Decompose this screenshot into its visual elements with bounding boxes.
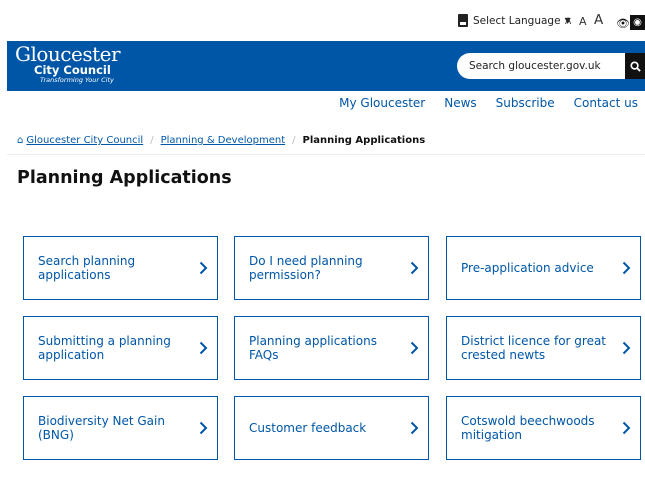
chevron-right-icon xyxy=(199,341,208,355)
breadcrumb-separator: / xyxy=(292,135,296,146)
breadcrumb: ⌂ Gloucester City Council / Planning & D… xyxy=(17,135,425,146)
card-cotswold-beechwoods[interactable]: Cotswold beechwoods mitigation xyxy=(446,396,641,460)
breadcrumb-home[interactable]: Gloucester City Council xyxy=(26,135,143,146)
council-logo[interactable]: Gloucester City Council Transforming You… xyxy=(15,42,121,84)
card-submitting-application[interactable]: Submitting a planning application xyxy=(23,316,218,380)
utility-nav: My Gloucester News Subscribe Contact us xyxy=(320,96,638,110)
flag-icon xyxy=(458,14,468,27)
chevron-right-icon xyxy=(410,341,419,355)
eye-icon[interactable]: 👁 xyxy=(616,18,630,29)
text-size-large-button[interactable]: A xyxy=(594,13,603,28)
site-header: Gloucester City Council Transforming You… xyxy=(7,41,645,91)
logo-line2: City Council xyxy=(34,63,111,77)
card-planning-faqs[interactable]: Planning applications FAQs xyxy=(234,316,429,380)
card-search-planning-applications[interactable]: Search planning applications xyxy=(23,236,218,300)
chevron-right-icon xyxy=(410,421,419,435)
search-icon xyxy=(629,60,641,72)
breadcrumb-current: Planning Applications xyxy=(302,135,426,146)
chevron-right-icon xyxy=(622,421,631,435)
nav-subscribe[interactable]: Subscribe xyxy=(496,96,555,110)
chevron-right-icon xyxy=(622,341,631,355)
card-biodiversity-net-gain[interactable]: Biodiversity Net Gain (BNG) xyxy=(23,396,218,460)
card-label: District licence for great crested newts xyxy=(461,334,607,362)
card-customer-feedback[interactable]: Customer feedback xyxy=(234,396,429,460)
chevron-right-icon xyxy=(622,261,631,275)
card-label: Search planning applications xyxy=(38,254,136,282)
card-pre-application-advice[interactable]: Pre-application advice xyxy=(446,236,641,300)
home-icon: ⌂ xyxy=(17,135,24,146)
language-selector[interactable]: Select Language ▼ xyxy=(458,14,571,27)
breadcrumb-separator: / xyxy=(150,135,154,146)
chevron-right-icon xyxy=(410,261,419,275)
chevron-right-icon xyxy=(199,261,208,275)
card-label: Do I need planning permission? xyxy=(249,254,363,282)
card-district-licence-newts[interactable]: District licence for great crested newts xyxy=(446,316,641,380)
text-size-medium-button[interactable]: A xyxy=(579,16,587,27)
logo-line1: Gloucester xyxy=(15,42,121,66)
card-do-i-need-permission[interactable]: Do I need planning permission? xyxy=(234,236,429,300)
card-label: Customer feedback xyxy=(249,421,367,435)
search-button[interactable] xyxy=(625,53,645,79)
nav-my-gloucester[interactable]: My Gloucester xyxy=(339,96,425,110)
search-input[interactable] xyxy=(457,60,617,72)
breadcrumb-planning[interactable]: Planning & Development xyxy=(161,135,286,146)
language-label: Select Language xyxy=(473,14,561,27)
nav-contact-us[interactable]: Contact us xyxy=(574,96,638,110)
text-size-small-button[interactable]: A xyxy=(565,18,571,27)
card-label: Pre-application advice xyxy=(461,261,594,275)
chevron-right-icon xyxy=(199,421,208,435)
card-label: Cotswold beechwoods mitigation xyxy=(461,414,595,442)
nav-news[interactable]: News xyxy=(444,96,476,110)
card-label: Submitting a planning application xyxy=(38,334,171,362)
search-box xyxy=(457,53,645,79)
card-label: Biodiversity Net Gain (BNG) xyxy=(38,414,165,442)
logo-tagline: Transforming Your City xyxy=(40,76,114,84)
card-label: Planning applications FAQs xyxy=(249,334,377,362)
eye-filled-icon[interactable]: ◉ xyxy=(630,15,645,30)
divider xyxy=(7,154,645,155)
top-utility-bar: Select Language ▼ A A A 👁 ◉ xyxy=(0,0,645,41)
page-title: Planning Applications xyxy=(17,168,232,188)
